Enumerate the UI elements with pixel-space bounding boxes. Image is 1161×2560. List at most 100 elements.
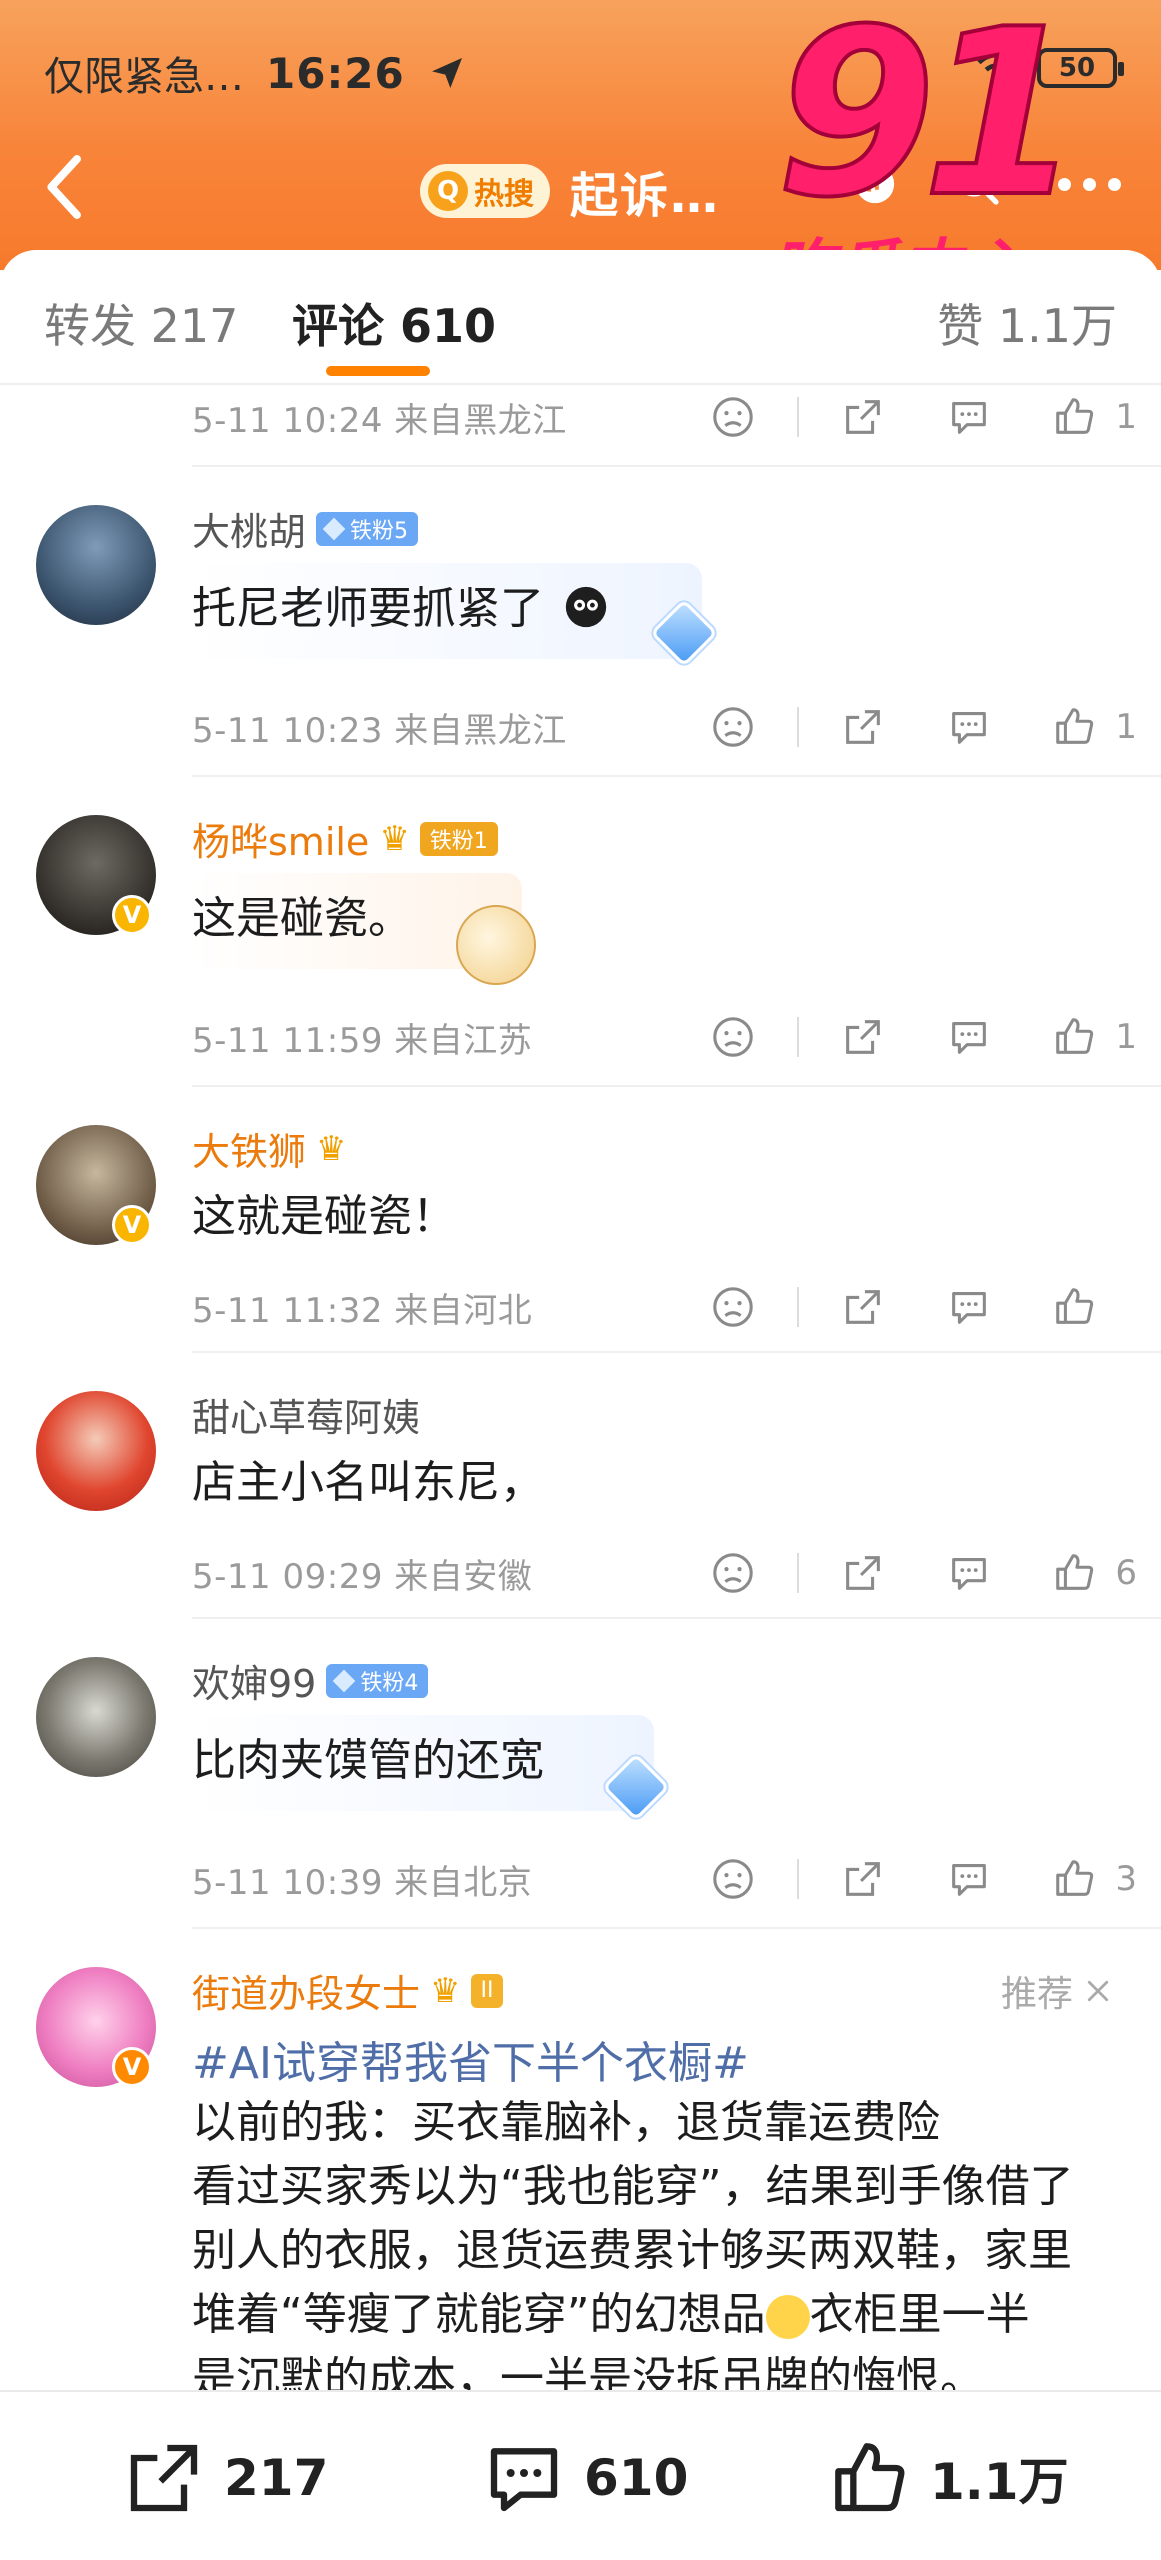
comment-author[interactable]: 欢婶99 铁粉4 bbox=[192, 1653, 429, 1708]
comment-item: V 杨晔smile ♛ 铁粉1 这是碰瓷。 5-11 11:59 来自江苏 1 bbox=[0, 775, 1161, 1085]
comment-author[interactable]: 甜心草莓阿姨 bbox=[192, 1387, 420, 1442]
search-icon[interactable] bbox=[954, 160, 1002, 208]
action-divider bbox=[797, 707, 800, 747]
status-left: 仅限紧急… 16:26 bbox=[44, 44, 467, 102]
author-name: 大铁狮 bbox=[192, 1130, 307, 1174]
share-icon[interactable] bbox=[835, 1851, 891, 1907]
comment-meta: 5-11 10:24 来自黑龙江 bbox=[192, 401, 567, 441]
comment-author[interactable]: 街道办段女士 ♛ II bbox=[192, 1963, 504, 2018]
like-icon[interactable] bbox=[1047, 699, 1103, 755]
more-options-icon[interactable] bbox=[1058, 177, 1121, 191]
reply-icon[interactable] bbox=[941, 1851, 997, 1907]
verified-badge-icon: V bbox=[112, 1205, 152, 1245]
tab-bar: 转发 217 评论 610 赞 1.1万 bbox=[0, 250, 1161, 385]
like-icon[interactable] bbox=[1047, 1279, 1103, 1335]
tab-forward[interactable]: 转发 217 bbox=[44, 290, 238, 356]
comment-icon bbox=[490, 2448, 558, 2512]
action-divider bbox=[797, 1553, 800, 1593]
character-sticker-icon bbox=[456, 905, 536, 985]
like-icon[interactable] bbox=[1047, 1545, 1103, 1601]
reply-icon[interactable] bbox=[941, 389, 997, 445]
comment-count: 610 bbox=[584, 2449, 689, 2507]
comment-text: 店主小名叫东尼， bbox=[192, 1457, 544, 1508]
comment-list[interactable]: 5-11 10:24 来自黑龙江 1 大桃胡 铁粉5 托尼老师要抓紧了 5-11… bbox=[0, 385, 1161, 2390]
dislike-icon[interactable] bbox=[705, 699, 761, 755]
comment-actions: 1 bbox=[705, 1009, 1137, 1065]
forward-button[interactable]: 217 bbox=[124, 2438, 328, 2518]
back-arrow-icon[interactable] bbox=[38, 152, 88, 222]
location-arrow-icon bbox=[431, 58, 462, 88]
like-icon[interactable] bbox=[1047, 389, 1103, 445]
share-icon[interactable] bbox=[835, 1545, 891, 1601]
nav-center[interactable]: Q 热搜 起诉… bbox=[420, 156, 720, 226]
action-divider bbox=[797, 397, 800, 437]
dislike-icon[interactable] bbox=[705, 1545, 761, 1601]
comment-author[interactable]: 大铁狮 ♛ bbox=[192, 1121, 347, 1176]
comment-actions: 1 bbox=[705, 389, 1137, 445]
comment-line: 以前的我：买衣靠脑补，退货靠运费险 bbox=[192, 2097, 940, 2148]
comment-item: 甜心草莓阿姨 店主小名叫东尼， 5-11 09:29 来自安徽 6 bbox=[0, 1351, 1161, 1617]
share-icon[interactable] bbox=[835, 389, 891, 445]
comment-author[interactable]: 杨晔smile ♛ 铁粉1 bbox=[192, 811, 498, 866]
status-right: 50 bbox=[975, 48, 1124, 88]
share-icon[interactable] bbox=[835, 1009, 891, 1065]
dislike-icon[interactable] bbox=[705, 1279, 761, 1335]
comment-line-with-emoji: 堆着“等瘦了就能穿”的幻想品 衣柜里一半 bbox=[192, 2283, 1132, 2347]
share-icon[interactable] bbox=[835, 1279, 891, 1335]
dislike-icon[interactable] bbox=[705, 1851, 761, 1907]
comment-line: 别人的衣服，退货运费累计够买两双鞋，家里 bbox=[192, 2225, 1072, 2276]
like-icon[interactable] bbox=[1047, 1009, 1103, 1065]
tab-comments[interactable]: 评论 610 bbox=[292, 290, 496, 356]
status-time: 16:26 bbox=[266, 48, 405, 98]
comment-item: V 大铁狮 ♛ 这就是碰瓷！ 5-11 11:32 来自河北 bbox=[0, 1085, 1161, 1351]
dislike-icon[interactable] bbox=[705, 1009, 761, 1065]
reply-icon[interactable] bbox=[941, 1279, 997, 1335]
recommend-label: 推荐 bbox=[1000, 1974, 1073, 2015]
like-total: 1.1万 bbox=[930, 2453, 1069, 2511]
reply-icon[interactable] bbox=[941, 699, 997, 755]
author-name: 大桃胡 bbox=[192, 510, 307, 554]
app-header: 仅限紧急… 16:26 50 Q 热搜 起诉… bbox=[0, 0, 1161, 270]
emoji-icon bbox=[565, 586, 607, 628]
comment-button[interactable]: 610 bbox=[484, 2438, 688, 2518]
level-badge-label: II bbox=[480, 1978, 494, 2003]
action-divider bbox=[797, 1859, 800, 1899]
listen-icon[interactable] bbox=[852, 161, 898, 207]
author-name: 街道办段女士 bbox=[192, 1972, 421, 2016]
comment-author[interactable]: 大桃胡 铁粉5 bbox=[192, 501, 419, 556]
like-icon bbox=[835, 2443, 905, 2512]
recommended-comment-item: V 街道办段女士 ♛ II 推荐 #AI试穿帮我省下半个衣橱# 以前的我：买衣靠… bbox=[0, 1927, 1161, 2390]
like-button[interactable]: 1.1万 bbox=[830, 2438, 1069, 2518]
like-count: 1 bbox=[1115, 397, 1137, 437]
avatar[interactable] bbox=[36, 505, 156, 625]
comment-text: 这是碰瓷。 bbox=[192, 893, 412, 944]
comment-item: 欢婶99 铁粉4 比肉夹馍管的还宽 5-11 10:39 来自北京 3 bbox=[0, 1617, 1161, 1927]
action-divider bbox=[797, 1287, 799, 1327]
hot-search-badge[interactable]: Q 热搜 bbox=[420, 164, 550, 218]
battery-level: 50 bbox=[1058, 53, 1096, 83]
sleepy-emoji-icon bbox=[765, 2295, 810, 2339]
reply-icon[interactable] bbox=[941, 1545, 997, 1601]
comment-line: 衣柜里一半 bbox=[809, 2289, 1030, 2340]
share-icon[interactable] bbox=[835, 699, 891, 755]
like-count: 1 bbox=[1115, 1017, 1137, 1057]
reply-icon[interactable] bbox=[941, 1009, 997, 1065]
hashtag-link[interactable]: #AI试穿帮我省下半个衣橱# bbox=[192, 2027, 749, 2091]
fan-badge: 铁粉4 bbox=[326, 1663, 429, 1698]
crown-icon: ♛ bbox=[316, 1128, 347, 1169]
author-name: 甜心草莓阿姨 bbox=[192, 1396, 421, 1440]
close-icon[interactable] bbox=[1083, 1976, 1113, 2006]
dislike-icon[interactable] bbox=[705, 389, 761, 445]
hot-search-icon: Q bbox=[428, 171, 468, 211]
avatar[interactable] bbox=[36, 1391, 156, 1511]
forward-count: 217 bbox=[224, 2449, 329, 2507]
recommend-tag[interactable]: 推荐 bbox=[1001, 1965, 1113, 2017]
author-name: 杨晔smile bbox=[192, 820, 370, 864]
like-icon[interactable] bbox=[1047, 1851, 1103, 1907]
fan-badge-label: 铁粉5 bbox=[350, 518, 409, 544]
comment-meta: 5-11 10:23 来自黑龙江 bbox=[192, 711, 567, 751]
nav-row: Q 热搜 起诉… bbox=[0, 140, 1161, 240]
tab-likes[interactable]: 赞 1.1万 bbox=[937, 290, 1117, 356]
avatar[interactable] bbox=[36, 1657, 156, 1777]
like-count: 1 bbox=[1115, 707, 1137, 747]
